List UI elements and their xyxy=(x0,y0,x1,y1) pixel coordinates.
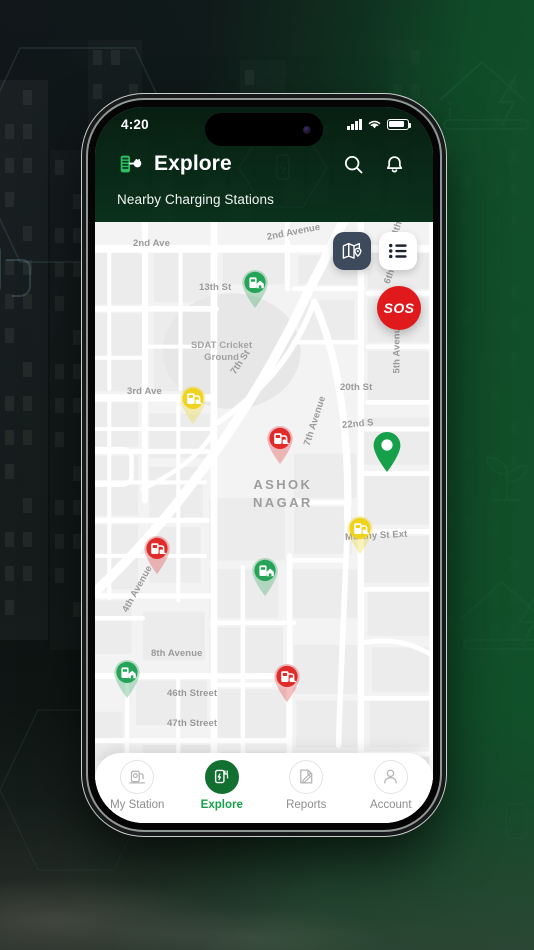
explore-charger-icon xyxy=(215,769,229,784)
nav-item-explore[interactable]: Explore xyxy=(180,759,265,811)
map-marker-station-4[interactable] xyxy=(340,510,380,560)
nav-icon-wrap-explore xyxy=(204,759,239,794)
map-label: 3rd Ave xyxy=(127,386,162,397)
map-marker-station-5[interactable] xyxy=(137,530,177,580)
header-subtitle: Nearby Charging Stations xyxy=(117,192,274,207)
map-marker-station-1[interactable] xyxy=(235,264,275,314)
bell-icon xyxy=(386,155,402,172)
app-header: 4:20 Explore Nearby Charging Stations xyxy=(95,107,433,222)
map-marker-station-3[interactable] xyxy=(260,420,300,470)
header-title-row: Explore xyxy=(95,141,433,179)
map-marker-station-6[interactable] xyxy=(245,552,285,602)
phone-mockup: 4:20 Explore Nearby Charging Stations 2n… xyxy=(88,100,440,830)
phone-screen: 4:20 Explore Nearby Charging Stations 2n… xyxy=(95,107,433,823)
cellular-bars-icon xyxy=(347,118,362,130)
page-title: Explore xyxy=(154,152,232,175)
map-label: 8th Avenue xyxy=(151,648,203,659)
nav-icon-wrap-my-station xyxy=(120,759,155,794)
map-view-toggle-button[interactable] xyxy=(333,232,371,270)
list-icon xyxy=(389,243,407,259)
map-marker-station-2[interactable] xyxy=(173,380,213,430)
map-label: 47th Street xyxy=(167,718,218,729)
search-icon xyxy=(344,155,362,173)
nav-item-reports[interactable]: Reports xyxy=(264,759,349,811)
map-label: 46th Street xyxy=(167,688,218,699)
sos-button[interactable]: SOS xyxy=(377,286,421,330)
map-marker-station-7[interactable] xyxy=(107,654,147,704)
ev-charger-logo-icon xyxy=(120,155,142,173)
map-pin-layers-icon xyxy=(342,242,362,259)
map-marker-station-8[interactable] xyxy=(267,658,307,708)
nav-icon-wrap-account xyxy=(373,759,408,794)
nav-label-my-station: My Station xyxy=(110,798,165,811)
nav-label-explore: Explore xyxy=(200,798,243,811)
wifi-icon xyxy=(368,120,381,129)
user-icon xyxy=(384,769,398,784)
map-label: 2nd Ave xyxy=(133,238,170,249)
station-icon xyxy=(128,770,145,784)
nav-label-reports: Reports xyxy=(286,798,327,811)
map-controls[interactable] xyxy=(333,232,417,270)
dynamic-island xyxy=(205,113,323,146)
map-view[interactable]: 2nd Ave 2nd Avenue 4th A 13th St 6th St SDAT … xyxy=(95,222,433,823)
list-view-toggle-button[interactable] xyxy=(379,232,417,270)
battery-icon xyxy=(387,118,412,130)
notifications-button[interactable] xyxy=(379,149,409,179)
nav-icon-wrap-reports xyxy=(289,759,324,794)
nav-item-my-station[interactable]: My Station xyxy=(95,759,180,811)
map-label: 13th St xyxy=(199,282,232,293)
search-button[interactable] xyxy=(338,149,368,179)
front-camera-icon xyxy=(303,125,311,134)
bottom-navigation[interactable]: My Station Explore Reports Account xyxy=(95,753,433,823)
report-edit-icon xyxy=(299,769,313,784)
status-time: 4:20 xyxy=(121,116,149,132)
map-label: 20th St xyxy=(340,382,373,393)
map-label: ASHOK NAGAR xyxy=(253,477,313,510)
nav-label-account: Account xyxy=(369,798,412,811)
nav-item-account[interactable]: Account xyxy=(349,759,434,811)
map-marker-current-location[interactable] xyxy=(367,427,407,477)
